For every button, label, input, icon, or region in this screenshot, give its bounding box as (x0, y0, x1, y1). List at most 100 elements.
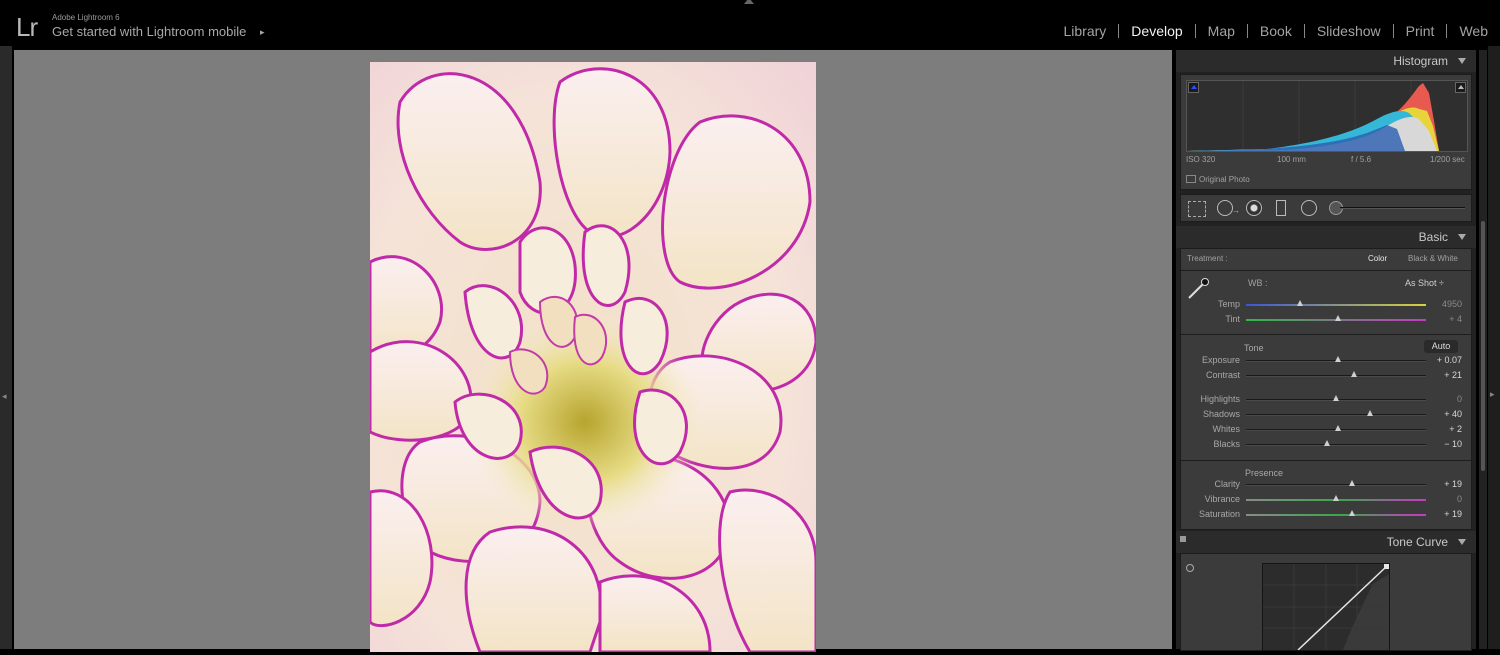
lightroom-mobile-link[interactable]: Get started with Lightroom mobile (52, 24, 246, 39)
spot-removal-arrow-icon: → (1232, 206, 1240, 215)
treatment-black-white[interactable]: Black & White (1408, 254, 1458, 263)
contrast-label: Contrast (1170, 370, 1240, 380)
saturation-label: Saturation (1170, 509, 1240, 519)
saturation-slider-thumb[interactable] (1349, 510, 1355, 516)
histogram-curves (1187, 81, 1467, 151)
clarity-value[interactable]: + 19 (1422, 479, 1462, 489)
whites-value[interactable]: + 2 (1422, 424, 1462, 434)
module-develop[interactable]: Develop (1119, 23, 1194, 39)
play-arrow-icon[interactable]: ▸ (260, 27, 265, 38)
treatment-color[interactable]: Color (1368, 254, 1387, 263)
whites-label: Whites (1170, 424, 1240, 434)
top-bar: Lr Adobe Lightroom 6 Get started with Li… (0, 0, 1500, 46)
tint-slider-thumb[interactable] (1335, 315, 1341, 321)
module-book[interactable]: Book (1248, 23, 1304, 39)
shadows-slider-thumb[interactable] (1367, 410, 1373, 416)
basic-title: Basic (1419, 230, 1448, 244)
module-picker: Library Develop Map Book Slideshow Print… (1052, 22, 1500, 40)
tone-curve-header[interactable]: Tone Curve (1176, 531, 1476, 553)
contrast-value[interactable]: + 21 (1422, 370, 1462, 380)
dahlia-photo[interactable] (370, 62, 816, 652)
contrast-slider-track[interactable] (1246, 375, 1426, 377)
divider (1180, 270, 1472, 271)
saturation-slider-track[interactable] (1246, 514, 1426, 516)
product-name: Adobe Lightroom 6 (52, 13, 120, 22)
tool-slider-track[interactable] (1340, 207, 1465, 209)
aperture-readout: f / 5.6 (1351, 155, 1371, 164)
module-print[interactable]: Print (1394, 23, 1447, 39)
radial-filter-icon[interactable] (1301, 200, 1317, 216)
temp-label: Temp (1170, 299, 1240, 309)
temp-value[interactable]: 4950 (1422, 299, 1462, 309)
tone-curve-plot (1263, 564, 1389, 650)
histogram-header[interactable]: Histogram (1176, 50, 1476, 72)
tone-group-label: Tone (1244, 343, 1264, 353)
module-web[interactable]: Web (1447, 23, 1500, 39)
blacks-value[interactable]: − 10 (1422, 439, 1462, 449)
shadows-value[interactable]: + 40 (1422, 409, 1462, 419)
exposure-slider-thumb[interactable] (1335, 356, 1341, 362)
shutter-readout: 1/200 sec (1430, 155, 1465, 164)
clarity-slider-thumb[interactable] (1349, 480, 1355, 486)
right-edge[interactable] (1488, 46, 1500, 649)
top-panel-toggle-icon[interactable] (744, 0, 754, 4)
image-canvas[interactable] (14, 50, 1172, 649)
original-photo-checkbox[interactable] (1186, 175, 1196, 183)
panel-switch-icon[interactable] (1180, 536, 1186, 542)
tone-curve-title: Tone Curve (1387, 535, 1448, 549)
histogram-graph[interactable] (1186, 80, 1468, 152)
clarity-label: Clarity (1170, 479, 1240, 489)
wb-label: WB : (1248, 278, 1268, 288)
original-photo-label: Original Photo (1199, 175, 1250, 184)
left-panel-collapsed[interactable] (0, 46, 12, 649)
highlights-value[interactable]: 0 (1422, 394, 1462, 404)
temp-slider-thumb[interactable] (1297, 300, 1303, 306)
auto-tone-button[interactable]: Auto (1424, 340, 1458, 353)
lightroom-logo: Lr (16, 12, 37, 43)
collapse-triangle-icon[interactable] (1458, 234, 1466, 240)
dahlia-photo-image (370, 62, 816, 652)
highlight-clipping-toggle[interactable] (1455, 82, 1466, 93)
collapse-triangle-icon[interactable] (1458, 539, 1466, 545)
whites-slider-thumb[interactable] (1335, 425, 1341, 431)
graduated-filter-icon[interactable] (1276, 200, 1286, 216)
panel-scrollbar-thumb[interactable] (1481, 221, 1485, 471)
basic-header[interactable]: Basic (1176, 226, 1476, 248)
module-slideshow[interactable]: Slideshow (1305, 23, 1393, 39)
highlights-slider-thumb[interactable] (1333, 395, 1339, 401)
temp-slider-track[interactable] (1246, 304, 1426, 306)
divider (1180, 334, 1472, 335)
blacks-slider-track[interactable] (1246, 444, 1426, 446)
vibrance-value[interactable]: 0 (1422, 494, 1462, 504)
treatment-label: Treatment : (1187, 254, 1228, 263)
divider (1180, 460, 1472, 461)
vibrance-slider-thumb[interactable] (1333, 495, 1339, 501)
exposure-label: Exposure (1170, 355, 1240, 365)
module-map[interactable]: Map (1196, 23, 1247, 39)
tint-label: Tint (1170, 314, 1240, 324)
module-library[interactable]: Library (1052, 23, 1119, 39)
wb-select[interactable]: As Shot ÷ (1405, 278, 1444, 288)
clarity-slider-track[interactable] (1246, 484, 1426, 486)
crop-overlay-icon[interactable] (1188, 201, 1206, 217)
collapse-right-panel-icon[interactable]: ▸ (1490, 389, 1495, 400)
red-eye-icon[interactable] (1246, 200, 1262, 216)
shadow-clipping-toggle[interactable] (1188, 82, 1199, 93)
shadows-label: Shadows (1170, 409, 1240, 419)
target-adjustment-icon[interactable] (1186, 564, 1194, 572)
blacks-slider-thumb[interactable] (1324, 440, 1330, 446)
iso-readout: ISO 320 (1186, 155, 1215, 164)
expand-left-panel-icon[interactable]: ◂ (2, 391, 7, 402)
shadows-slider-track[interactable] (1246, 414, 1426, 416)
tint-value[interactable]: + 4 (1422, 314, 1462, 324)
contrast-slider-thumb[interactable] (1351, 371, 1357, 377)
spot-removal-icon[interactable] (1217, 200, 1233, 216)
tone-curve-graph[interactable] (1262, 563, 1390, 651)
saturation-value[interactable]: + 19 (1422, 509, 1462, 519)
eyedropper-glyph (1186, 276, 1212, 300)
blacks-label: Blacks (1170, 439, 1240, 449)
wb-eyedropper-icon[interactable] (1186, 276, 1212, 300)
histogram-title: Histogram (1393, 54, 1448, 68)
collapse-triangle-icon[interactable] (1458, 58, 1466, 64)
exposure-value[interactable]: + 0.07 (1422, 355, 1462, 365)
